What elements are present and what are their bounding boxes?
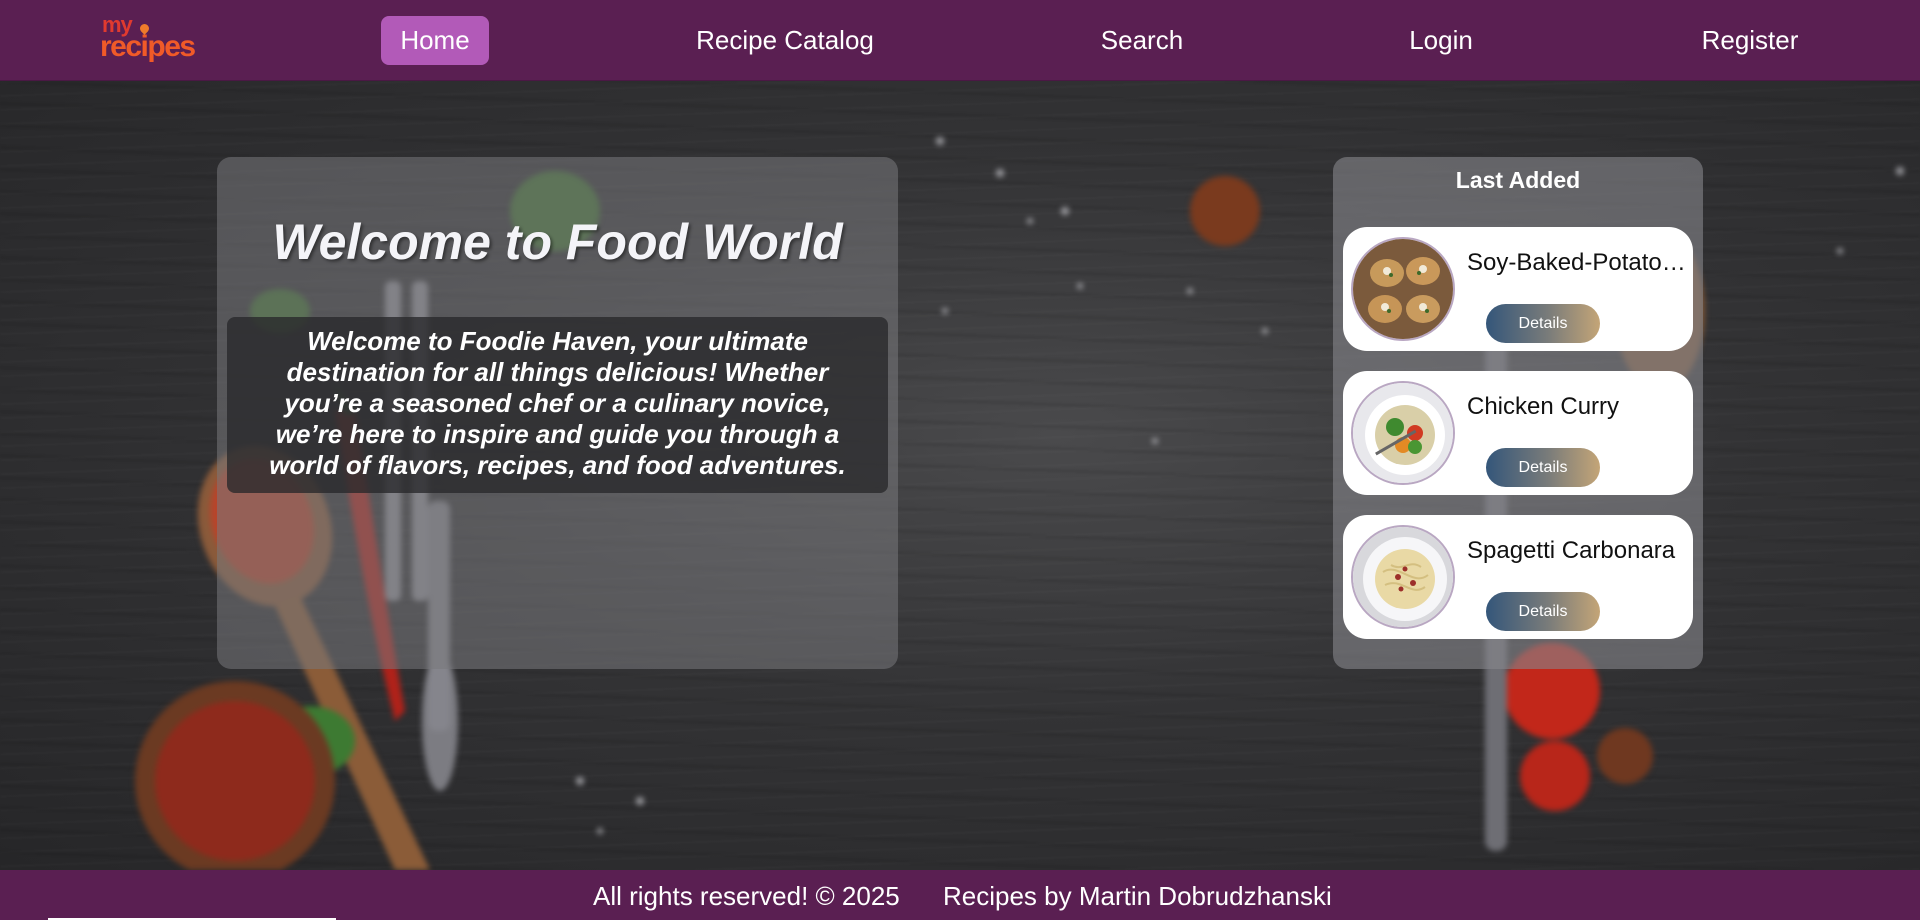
footer-copyright: All rights reserved! © 2025	[593, 881, 900, 911]
nav-recipe-catalog[interactable]: Recipe Catalog	[690, 16, 880, 65]
nav-home[interactable]: Home	[381, 16, 489, 65]
recipe-name: Chicken Curry	[1467, 393, 1620, 420]
footer-credit: Recipes by Martin Dobrudzhanski	[943, 881, 1332, 911]
page-footer: All rights reserved! © 2025 Recipes by M…	[0, 870, 1920, 920]
details-button[interactable]: Details	[1486, 592, 1600, 631]
last-added-title: Last Added	[1455, 167, 1581, 193]
recipe-image-baked-potatoes	[1351, 237, 1455, 341]
logo-text-recipes: recipes	[100, 30, 196, 63]
welcome-heading: Welcome to Food World	[272, 214, 843, 270]
top-navbar: my recipes Home Recipe Catalog Search Lo…	[0, 0, 1920, 81]
welcome-intro-text: Welcome to Foodie Haven, your ultimate d…	[227, 317, 888, 493]
recipe-card: Chicken Curry Details	[1343, 371, 1693, 495]
details-button[interactable]: Details	[1486, 448, 1600, 487]
my-recipes-logo[interactable]: my recipes	[100, 12, 196, 68]
nav-search[interactable]: Search	[1095, 16, 1189, 65]
nav-register[interactable]: Register	[1695, 16, 1805, 65]
last-added-panel: Last Added Soy-Baked-Potatoes Details Ch…	[1333, 157, 1703, 669]
recipe-name: Soy-Baked-Potatoes	[1467, 249, 1687, 276]
welcome-panel: Welcome to Food World Welcome to Foodie …	[217, 157, 898, 669]
recipe-card: Soy-Baked-Potatoes Details	[1343, 227, 1693, 351]
recipe-name: Spagetti Carbonara	[1467, 537, 1676, 564]
details-button[interactable]: Details	[1486, 304, 1600, 343]
recipe-image-pasta-plate	[1351, 525, 1455, 629]
recipe-card: Spagetti Carbonara Details	[1343, 515, 1693, 639]
nav-login[interactable]: Login	[1403, 16, 1479, 65]
recipe-image-vegetable-bowl	[1351, 381, 1455, 485]
